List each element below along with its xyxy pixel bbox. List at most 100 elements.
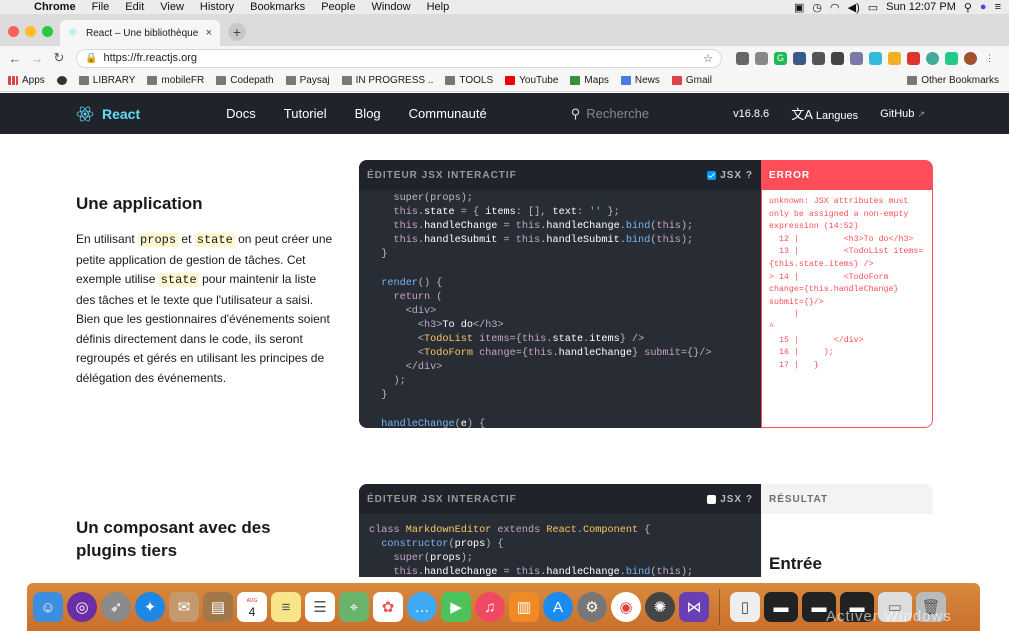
bookmark-youtube[interactable]: YouTube <box>505 75 558 86</box>
extension-icon[interactable] <box>907 51 920 65</box>
spotlight-icon[interactable]: ⚲ <box>964 1 972 14</box>
grammarly-extension-icon[interactable]: G <box>774 51 787 65</box>
url-text[interactable]: https://fr.reactjs.org <box>103 52 197 64</box>
nav-community[interactable]: Communauté <box>409 106 487 121</box>
close-window-button[interactable] <box>8 26 19 37</box>
jsx-checkbox[interactable] <box>707 170 717 180</box>
maps-icon[interactable]: ⌖ <box>339 592 369 622</box>
music-icon[interactable]: ♫ <box>475 592 505 622</box>
bookmark-label: Paysaj <box>299 75 330 86</box>
safari-icon[interactable]: ✦ <box>135 592 165 622</box>
menu-window[interactable]: Window <box>363 1 418 13</box>
new-tab-button[interactable]: + <box>228 23 246 41</box>
chrome-icon[interactable]: ◉ <box>611 592 641 622</box>
tab-react[interactable]: ⚛ React – Une bibliothèque Javas × <box>60 20 220 46</box>
extension-icon[interactable] <box>850 51 863 65</box>
profile-avatar[interactable] <box>964 51 977 65</box>
facetime-icon[interactable]: ▶ <box>441 592 471 622</box>
bug-extension-icon[interactable] <box>812 51 825 65</box>
mail-icon[interactable]: ✉ <box>169 592 199 622</box>
menu-kebab-icon[interactable]: ⋮ <box>983 52 996 65</box>
folder-icon <box>216 76 227 85</box>
bookmark-maps[interactable]: Maps <box>570 75 609 86</box>
news-icon <box>620 76 631 85</box>
languages-link[interactable]: 文A Langues <box>791 104 858 123</box>
code-editor[interactable]: class MarkdownEditor extends React.Compo… <box>359 514 761 577</box>
jsx-checkbox[interactable] <box>707 494 717 504</box>
system-preferences-icon[interactable]: ⚙ <box>577 592 607 622</box>
bookmark-mobilefr[interactable]: mobileFR <box>147 75 204 86</box>
address-bar[interactable]: 🔒 https://fr.reactjs.org ☆ <box>76 48 722 68</box>
menu-view[interactable]: View <box>152 1 192 13</box>
battery-icon[interactable]: ▭ <box>868 1 878 14</box>
minimize-window-button[interactable] <box>25 26 36 37</box>
bookmark-paysaj[interactable]: Paysaj <box>285 75 330 86</box>
visual-studio-icon[interactable]: ⋈ <box>679 592 709 622</box>
bookmark-other[interactable]: Other Bookmarks <box>907 75 999 86</box>
bookmark-news[interactable]: News <box>620 75 660 86</box>
finder-icon[interactable]: ☺ <box>33 592 63 622</box>
extension-icon[interactable] <box>755 51 768 65</box>
search-input[interactable]: ⚲ Recherche <box>571 106 721 122</box>
menu-file[interactable]: File <box>84 1 118 13</box>
books-icon[interactable]: ▥ <box>509 592 539 622</box>
code-editor[interactable]: super(props); this.state = { items: [], … <box>359 190 761 428</box>
document-icon[interactable]: ▯ <box>730 592 760 622</box>
menu-help[interactable]: Help <box>419 1 458 13</box>
messages-icon[interactable]: … <box>407 592 437 622</box>
launchpad-icon[interactable]: ➶ <box>101 592 131 622</box>
bookmark-globe[interactable] <box>56 76 67 85</box>
jsx-toggle[interactable]: JSX ? <box>707 494 753 505</box>
close-tab-icon[interactable]: × <box>206 27 212 39</box>
window-thumbnail-icon[interactable]: ▬ <box>764 592 798 622</box>
reel-app-icon[interactable]: ✺ <box>645 592 675 622</box>
bookmark-gmail[interactable]: Gmail <box>671 75 712 86</box>
back-icon[interactable]: ← <box>4 51 26 66</box>
photos-icon[interactable]: ✿ <box>373 592 403 622</box>
bookmark-apps[interactable]: Apps <box>8 75 45 86</box>
bookmark-in-progress[interactable]: IN PROGRESS .. <box>341 75 433 86</box>
nav-docs[interactable]: Docs <box>226 106 256 121</box>
bookmark-codepath[interactable]: Codepath <box>216 75 274 86</box>
version-link[interactable]: v16.8.6 <box>733 108 769 120</box>
react-logo-link[interactable]: React <box>76 106 140 122</box>
notification-center-icon[interactable]: ≡ <box>995 1 1001 13</box>
screen-icon[interactable]: ▣ <box>794 1 804 14</box>
bookmark-tools[interactable]: TOOLS <box>445 75 493 86</box>
extension-icon[interactable] <box>888 51 901 65</box>
siri-icon[interactable]: ● <box>980 1 987 13</box>
clock[interactable]: Sun 12:07 PM <box>886 1 956 13</box>
menu-history[interactable]: History <box>192 1 242 13</box>
app-store-icon[interactable]: A <box>543 592 573 622</box>
volume-icon[interactable]: ◀) <box>848 1 860 14</box>
wifi-icon[interactable]: ◠ <box>830 1 840 14</box>
calendar-icon[interactable]: AUG 4 <box>237 592 267 622</box>
eyedropper-extension-icon[interactable] <box>736 51 749 65</box>
extension-icon[interactable] <box>831 51 844 65</box>
nav-blog[interactable]: Blog <box>355 106 381 121</box>
jsx-toggle[interactable]: JSX ? <box>707 170 753 181</box>
menu-people[interactable]: People <box>313 1 363 13</box>
folder-icon <box>907 76 918 85</box>
zoom-window-button[interactable] <box>42 26 53 37</box>
siri-icon[interactable]: ◎ <box>67 592 97 622</box>
notes-icon[interactable]: ≡ <box>271 592 301 622</box>
contacts-icon[interactable]: ▤ <box>203 592 233 622</box>
time-machine-icon[interactable]: ◷ <box>812 1 822 14</box>
menu-bookmarks[interactable]: Bookmarks <box>242 1 313 13</box>
github-link[interactable]: GitHub ↗ <box>880 108 925 120</box>
languages-label: Langues <box>815 110 859 122</box>
menu-edit[interactable]: Edit <box>117 1 152 13</box>
bookmark-library[interactable]: LIBRARY <box>78 75 135 86</box>
extension-icon[interactable] <box>926 51 939 65</box>
reminders-icon[interactable]: ☰ <box>305 592 335 622</box>
extension-icon[interactable] <box>869 51 882 65</box>
lock-icon[interactable]: 🔒 <box>85 53 97 64</box>
extension-icon[interactable] <box>945 51 958 65</box>
reload-icon[interactable]: ↻ <box>48 50 70 66</box>
extension-icon[interactable] <box>793 51 806 65</box>
bookmark-star-icon[interactable]: ☆ <box>703 52 713 65</box>
menu-app-name[interactable]: Chrome <box>26 1 84 13</box>
nav-tutorial[interactable]: Tutoriel <box>284 106 327 121</box>
forward-icon[interactable]: → <box>26 51 48 66</box>
